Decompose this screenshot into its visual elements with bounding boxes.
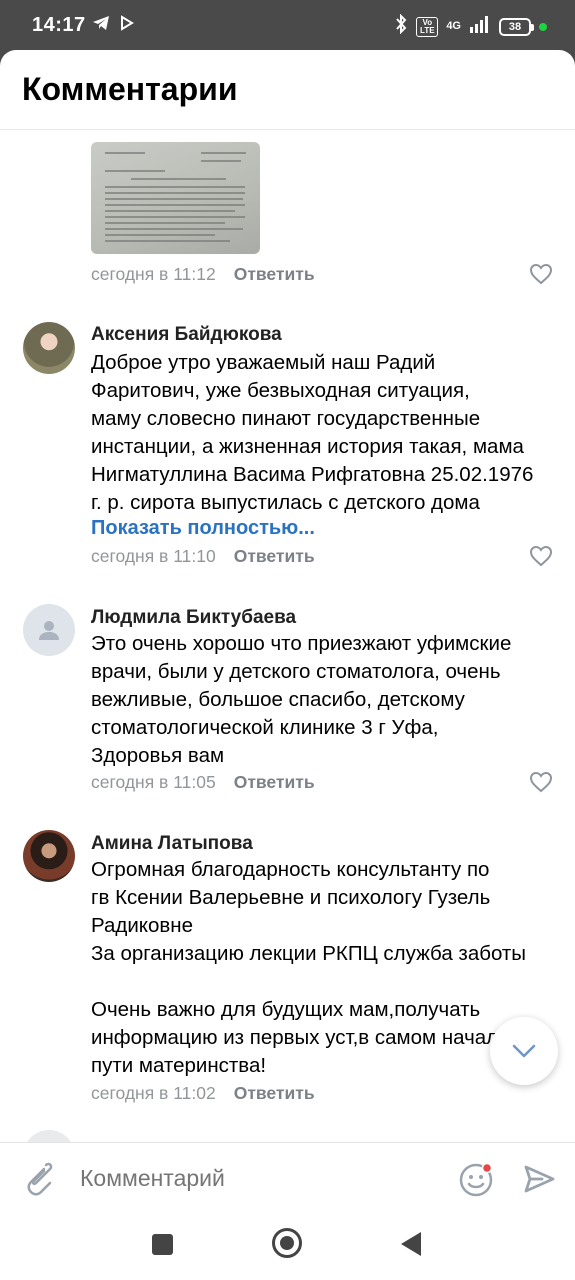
reply-button[interactable]: Ответить xyxy=(234,772,315,793)
avatar[interactable] xyxy=(23,830,75,882)
network-label: 4G xyxy=(446,20,461,32)
play-icon xyxy=(120,15,134,36)
heart-icon[interactable] xyxy=(529,771,553,793)
telegram-icon xyxy=(92,15,110,36)
comment-time: сегодня в 11:12 xyxy=(91,264,216,284)
default-user-icon xyxy=(39,621,59,640)
volte-label: Vo LTE xyxy=(416,16,439,37)
comment-text: Доброе утро уважаемый наш Радий Фаритови… xyxy=(91,351,534,514)
comment-input-bar xyxy=(0,1142,575,1218)
comment-time: сегодня в 11:10 xyxy=(91,546,216,566)
show-more-link[interactable]: Показать полностью... xyxy=(91,517,315,540)
comment-text: Это очень хорошо что приезжают уфимские … xyxy=(91,632,512,767)
reply-button[interactable]: Ответить xyxy=(234,546,315,567)
system-nav-bar xyxy=(0,1218,575,1280)
avatar[interactable] xyxy=(23,322,75,374)
comment-time: сегодня в 11:05 xyxy=(91,772,216,792)
comment-input[interactable] xyxy=(80,1165,440,1192)
avatar[interactable] xyxy=(23,1130,75,1142)
heart-icon[interactable] xyxy=(529,545,553,567)
status-bar: 14:17 Vo LTE 4G 38 xyxy=(0,0,575,50)
comment-author[interactable]: Людмила Биктубаева xyxy=(91,607,296,629)
smile-icon[interactable] xyxy=(458,1160,496,1203)
comment-meta: сегодня в 11:05 Ответить xyxy=(91,772,315,793)
chevron-down-icon xyxy=(512,1044,536,1058)
attached-document-image[interactable] xyxy=(91,142,260,254)
avatar[interactable] xyxy=(23,604,75,656)
sheet-header: Комментарии xyxy=(0,50,575,130)
heart-icon[interactable] xyxy=(529,263,553,285)
scroll-down-button[interactable] xyxy=(490,1017,558,1085)
comment-author[interactable]: Амина Латыпова xyxy=(91,833,253,855)
status-time: 14:17 xyxy=(32,14,86,36)
reply-button[interactable]: Ответить xyxy=(234,264,315,285)
battery-icon: 38 xyxy=(499,17,534,36)
back-button[interactable] xyxy=(401,1232,421,1256)
send-icon[interactable] xyxy=(522,1162,556,1201)
comment-author[interactable]: Аксения Байдюкова xyxy=(91,324,282,346)
paperclip-icon[interactable] xyxy=(24,1161,56,1206)
page-title: Комментарии xyxy=(22,71,238,107)
signal-icon xyxy=(469,15,491,38)
comments-sheet: Комментарии сегодня в 11:12 Ответить Акс… xyxy=(0,50,575,1142)
comment-meta: сегодня в 11:02 Ответить xyxy=(91,1083,315,1104)
reply-button[interactable]: Ответить xyxy=(234,1083,315,1104)
comment-time: сегодня в 11:02 xyxy=(91,1083,216,1103)
home-button[interactable] xyxy=(272,1228,302,1258)
privacy-dot xyxy=(539,22,547,31)
comment-meta: сегодня в 11:12 Ответить xyxy=(91,264,315,285)
recents-button[interactable] xyxy=(152,1234,173,1255)
comment-meta: сегодня в 11:10 Ответить xyxy=(91,546,315,567)
bluetooth-icon xyxy=(394,13,408,39)
comments-list[interactable]: сегодня в 11:12 Ответить Аксения Байдюко… xyxy=(0,130,575,1142)
